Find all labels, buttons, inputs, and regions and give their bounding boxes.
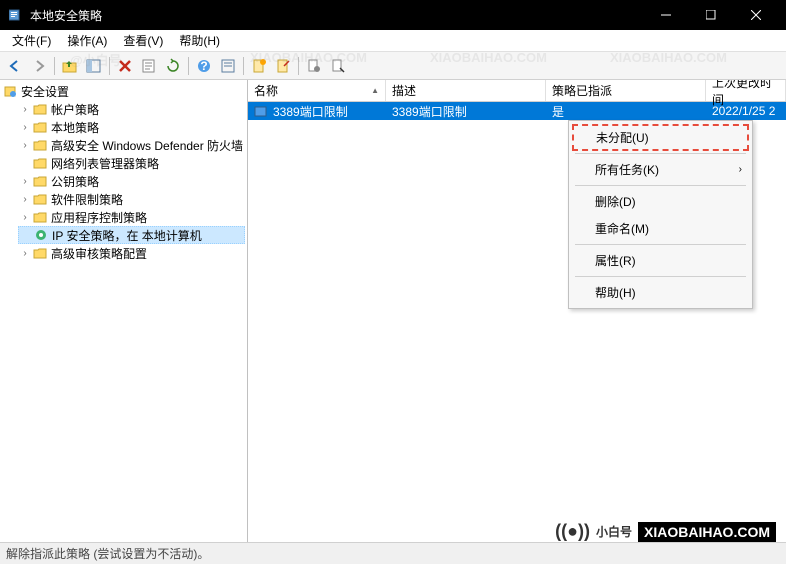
expand-icon[interactable]: › [18,248,32,259]
expand-icon[interactable]: › [18,212,32,223]
new-policy-icon[interactable] [248,55,270,77]
properties-icon[interactable] [138,55,160,77]
folder-icon [32,137,48,153]
tree-item-5[interactable]: ›软件限制策略 [18,190,245,208]
help-icon[interactable]: ? [193,55,215,77]
export-list-icon[interactable] [217,55,239,77]
list-panel: 名称▲ 描述 策略已指派 上次更改时间 3389端口限制3389端口限制是202… [248,80,786,542]
svg-text:?: ? [200,59,207,73]
expand-icon[interactable]: › [18,140,32,151]
tree-item-8[interactable]: ›高级审核策略配置 [18,244,245,262]
menu-view[interactable]: 查看(V) [115,30,171,51]
ctx-all-tasks[interactable]: 所有任务(K)› [571,156,750,183]
list-row[interactable]: 3389端口限制3389端口限制是2022/1/25 2 [248,102,786,120]
folder-icon [32,209,48,225]
titlebar: 本地安全策略 [0,0,786,30]
menu-action[interactable]: 操作(A) [59,30,115,51]
menubar: 文件(F) 操作(A) 查看(V) 帮助(H) [0,30,786,52]
menu-file[interactable]: 文件(F) [4,30,59,51]
expand-icon[interactable]: › [18,104,32,115]
tree-item-2[interactable]: ›高级安全 Windows Defender 防火墙 [18,136,245,154]
config-icon[interactable] [272,55,294,77]
tree-item-0[interactable]: ›帐户策略 [18,100,245,118]
app-icon [8,7,24,23]
folder-icon [32,101,48,117]
tree-item-7[interactable]: IP 安全策略，在 本地计算机 [18,226,245,244]
ctx-help[interactable]: 帮助(H) [571,279,750,306]
col-date[interactable]: 上次更改时间 [706,80,786,101]
col-name[interactable]: 名称▲ [248,80,386,101]
folder-icon [32,245,48,261]
expand-icon[interactable]: › [18,122,32,133]
list-header: 名称▲ 描述 策略已指派 上次更改时间 [248,80,786,102]
tree-item-3[interactable]: 网络列表管理器策略 [18,154,245,172]
close-button[interactable] [733,0,778,30]
window-title: 本地安全策略 [30,7,643,24]
folder-icon [32,119,48,135]
back-icon[interactable] [4,55,26,77]
broadcast-icon: ((●)) [555,521,590,542]
folder-icon [32,173,48,189]
ctx-delete[interactable]: 删除(D) [571,188,750,215]
delete-icon[interactable] [114,55,136,77]
folder-icon [32,155,48,171]
tree-item-1[interactable]: ›本地策略 [18,118,245,136]
show-hide-tree-icon[interactable] [83,55,105,77]
maximize-button[interactable] [688,0,733,30]
col-assigned[interactable]: 策略已指派 [546,80,706,101]
folder-icon [33,227,49,243]
folder-up-icon[interactable] [59,55,81,77]
expand-icon[interactable]: › [18,176,32,187]
expand-icon[interactable]: › [18,194,32,205]
statusbar: 解除指派此策略 (尝试设置为不活动)。 [0,542,786,564]
ctx-properties[interactable]: 属性(R) [571,247,750,274]
context-menu: 未分配(U) 所有任务(K)› 删除(D) 重命名(M) 属性(R) 帮助(H) [568,120,753,309]
toolbar: ? [0,52,786,80]
tree-item-4[interactable]: ›公钥策略 [18,172,245,190]
sort-asc-icon: ▲ [371,86,379,95]
menu-help[interactable]: 帮助(H) [171,30,228,51]
refresh-icon[interactable] [162,55,184,77]
ctx-rename[interactable]: 重命名(M) [571,215,750,242]
forward-icon[interactable] [28,55,50,77]
tree-item-6[interactable]: ›应用程序控制策略 [18,208,245,226]
minimize-button[interactable] [643,0,688,30]
ctx-unassign[interactable]: 未分配(U) [572,124,749,151]
submenu-arrow-icon: › [739,164,742,175]
status-text: 解除指派此策略 (尝试设置为不活动)。 [6,545,209,562]
filter-icon[interactable] [303,55,325,77]
brand-watermark: ((●)) 小白号 XIAOBAIHAO.COM [555,521,776,542]
manage-icon[interactable] [327,55,349,77]
col-desc[interactable]: 描述 [386,80,546,101]
security-icon [2,83,18,99]
tree-panel: 安全设置 ›帐户策略›本地策略›高级安全 Windows Defender 防火… [0,80,248,542]
folder-icon [32,191,48,207]
tree-root[interactable]: 安全设置 [2,82,245,100]
policy-icon [254,104,270,118]
